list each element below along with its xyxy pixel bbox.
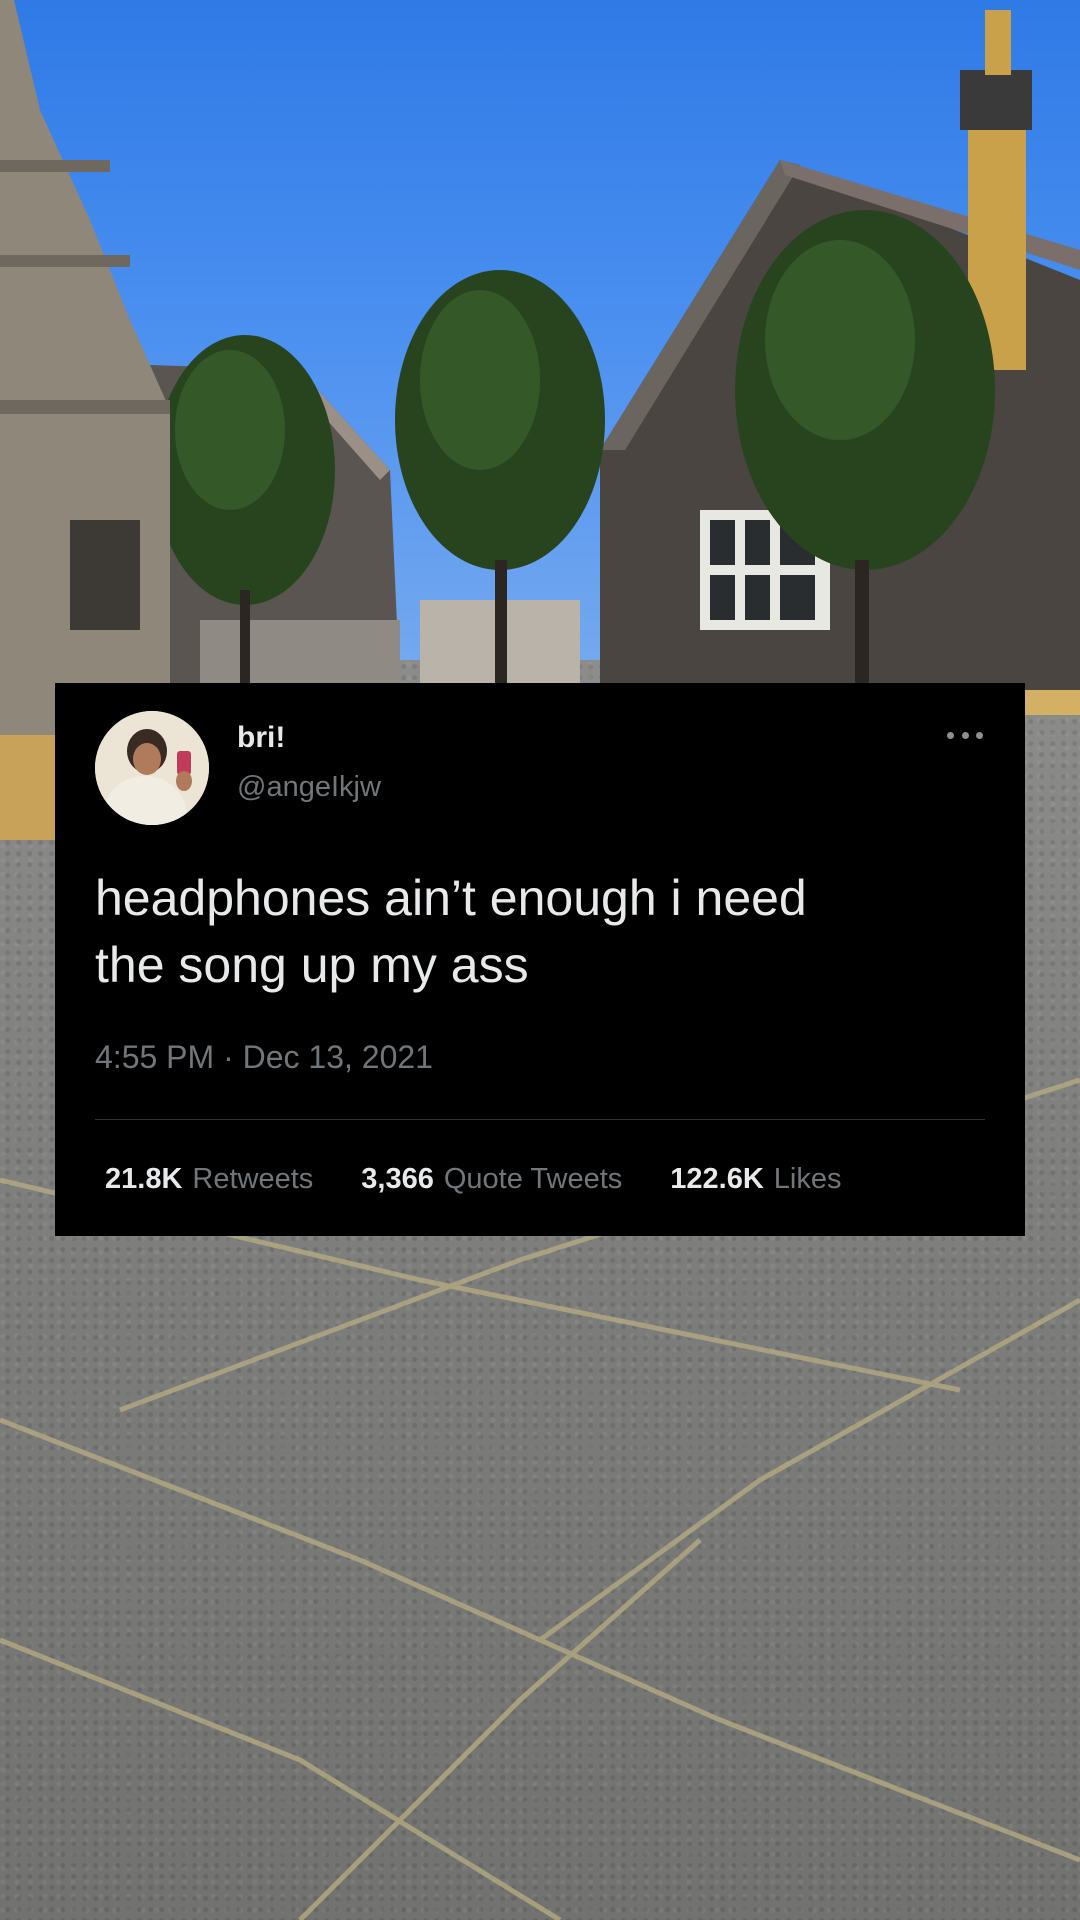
retweets-label: Retweets <box>192 1163 314 1195</box>
dot <box>961 731 969 739</box>
avatar[interactable] <box>95 711 209 825</box>
retweets-count: 21.8K <box>105 1163 183 1195</box>
tweet-text-line: headphones ain’t enough i need <box>95 870 807 926</box>
engagement-stats: 21.8K Retweets 3,366 Quote Tweets 122.6K… <box>105 1163 889 1196</box>
likes-count: 122.6K <box>670 1163 764 1195</box>
retweets-stat[interactable]: 21.8K Retweets <box>105 1163 313 1196</box>
dot <box>976 731 983 739</box>
user-handle[interactable]: @angeIkjw <box>237 771 381 804</box>
avatar-image <box>95 711 209 825</box>
display-name[interactable]: bri! <box>237 721 285 755</box>
quote-tweets-count: 3,366 <box>361 1163 434 1195</box>
dot <box>947 731 954 739</box>
quote-tweets-stat[interactable]: 3,366 Quote Tweets <box>361 1163 622 1196</box>
quote-tweets-label: Quote Tweets <box>443 1163 623 1195</box>
tweet-timestamp[interactable]: 4:55 PM · Dec 13, 2021 <box>95 1039 433 1076</box>
likes-label: Likes <box>773 1163 842 1195</box>
tweet-card: bri! @angeIkjw headphones ain’t enough i… <box>55 683 1025 1236</box>
likes-stat[interactable]: 122.6K Likes <box>670 1163 841 1196</box>
tweet-text-line: the song up my ass <box>95 937 529 993</box>
divider <box>95 1119 985 1120</box>
tweet-text: headphones ain’t enough i need the song … <box>95 865 975 999</box>
more-options-icon[interactable] <box>947 729 983 741</box>
